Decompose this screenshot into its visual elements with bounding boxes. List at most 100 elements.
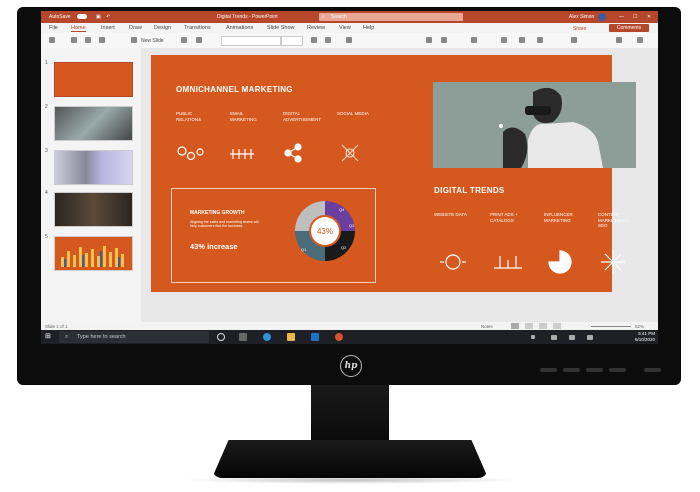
tab-file[interactable]: File xyxy=(49,25,58,31)
growth-title: MARKETING GROWTH xyxy=(190,210,245,216)
slide-thumbnail[interactable] xyxy=(54,150,133,185)
normal-view-icon[interactable] xyxy=(511,323,519,329)
power-button[interactable] xyxy=(644,368,661,372)
donut-chart: 43% Q4 Q2 Q3 Q1 xyxy=(295,201,355,261)
battery-icon[interactable] xyxy=(587,335,593,340)
cortana-icon[interactable] xyxy=(217,333,225,341)
decrease-font-icon[interactable] xyxy=(325,37,331,43)
trends-title[interactable]: DIGITAL TRENDS xyxy=(434,186,505,195)
powerpoint-icon[interactable] xyxy=(335,333,343,341)
tab-help[interactable]: Help xyxy=(363,25,374,31)
monitor-base xyxy=(212,440,488,478)
windows-start-icon[interactable]: ⊞ xyxy=(45,333,53,341)
ribbon-tabs: File Home Insert Draw Design Transitions… xyxy=(41,23,658,33)
volume-icon[interactable] xyxy=(569,335,575,340)
tab-home[interactable]: Home xyxy=(71,25,86,32)
slideshow-view-icon[interactable] xyxy=(553,323,561,329)
arrange-icon[interactable] xyxy=(519,37,525,43)
window-title: Digital Trends - PowerPoint xyxy=(217,14,278,20)
quick-styles-icon[interactable] xyxy=(537,37,543,43)
maximize-icon[interactable]: ☐ xyxy=(633,14,637,20)
new-slide-button[interactable]: New Slide xyxy=(141,38,164,44)
title-bar: AutoSave ▣ ↶ Digital Trends - PowerPoint… xyxy=(41,11,658,23)
monitor-button[interactable] xyxy=(563,368,580,372)
layout-icon[interactable] xyxy=(181,37,187,43)
thumbnail-number: 2 xyxy=(45,104,48,110)
monitor-button[interactable] xyxy=(609,368,626,372)
paste-icon[interactable] xyxy=(71,37,77,43)
font-size-select[interactable] xyxy=(281,36,303,46)
taskbar-search[interactable]: ⌕ Type here to search xyxy=(59,331,209,343)
taskbar-clock[interactable]: 5:41 PM 6/10/2020 xyxy=(611,331,655,343)
sorter-view-icon[interactable] xyxy=(525,323,533,329)
tab-animations[interactable]: Animations xyxy=(226,25,253,31)
tab-design[interactable]: Design xyxy=(154,25,171,31)
zoom-slider[interactable] xyxy=(591,325,631,327)
channel-label: SOCIAL MEDIA xyxy=(337,111,369,116)
notes-button[interactable]: Notes xyxy=(481,324,493,329)
tab-view[interactable]: View xyxy=(339,25,351,31)
trend-label: CONTENT MARKETING + SEO xyxy=(598,212,629,228)
network-icon xyxy=(230,149,254,159)
find-icon[interactable] xyxy=(571,37,577,43)
tray-chevron-icon[interactable] xyxy=(531,335,535,339)
increase-font-icon[interactable] xyxy=(311,37,317,43)
undo-icon[interactable]: ↶ xyxy=(106,14,110,20)
user-name[interactable]: Alex Simon xyxy=(569,14,594,20)
hp-logo: hp xyxy=(340,355,362,377)
font-name-select[interactable] xyxy=(221,36,281,46)
vr-person-image xyxy=(499,87,603,168)
save-icon[interactable]: ▣ xyxy=(96,14,101,20)
numbering-icon[interactable] xyxy=(441,37,447,43)
shapes-icon[interactable] xyxy=(501,37,507,43)
align-icon[interactable] xyxy=(471,37,477,43)
reset-icon[interactable] xyxy=(196,37,202,43)
minimize-icon[interactable]: — xyxy=(619,14,624,20)
slide-thumbnail[interactable] xyxy=(54,62,133,97)
edge-icon[interactable] xyxy=(263,333,271,341)
thumbnail-number: 4 xyxy=(45,190,48,196)
slide-thumbnail[interactable] xyxy=(54,236,133,271)
slide-thumbnail[interactable] xyxy=(54,192,133,227)
tab-transitions[interactable]: Transitions xyxy=(184,25,211,31)
share-button[interactable]: Share xyxy=(573,25,603,33)
channel-label: PUBLIC RELATIONS xyxy=(176,111,202,122)
mail-icon[interactable] xyxy=(311,333,319,341)
clear-format-icon[interactable] xyxy=(346,37,352,43)
trend-label: WEBSITE DATA xyxy=(434,212,467,217)
designer-icon[interactable] xyxy=(616,37,622,43)
copy-icon[interactable] xyxy=(99,37,105,43)
channel-icons xyxy=(177,143,359,163)
donut-center-label: 43% xyxy=(317,227,333,236)
donut-segment-label: Q3 xyxy=(349,223,355,228)
dictate-icon[interactable] xyxy=(637,37,643,43)
tab-insert[interactable]: Insert xyxy=(101,25,115,31)
new-slide-icon[interactable] xyxy=(131,37,137,43)
burst-icon xyxy=(601,250,625,274)
tab-draw[interactable]: Draw xyxy=(129,25,142,31)
avatar[interactable] xyxy=(598,13,606,21)
tab-slide-show[interactable]: Slide Show xyxy=(267,25,295,31)
cut-icon[interactable] xyxy=(85,37,91,43)
slide-thumbnail[interactable] xyxy=(54,106,133,141)
monitor-button[interactable] xyxy=(540,368,557,372)
undo-icon[interactable] xyxy=(49,37,55,43)
tab-review[interactable]: Review xyxy=(307,25,325,31)
slide-count: Slide 1 of 1 xyxy=(45,324,68,329)
comments-button[interactable]: Comments xyxy=(609,24,649,32)
refresh-icon xyxy=(440,254,466,270)
bullets-icon[interactable] xyxy=(426,37,432,43)
autosave-toggle[interactable] xyxy=(77,14,87,19)
taskbar-search-placeholder: Type here to search xyxy=(77,334,126,340)
autosave-label[interactable]: AutoSave xyxy=(49,14,71,20)
file-explorer-icon[interactable] xyxy=(287,333,295,341)
trend-icons xyxy=(440,250,625,274)
task-view-icon[interactable] xyxy=(239,333,247,341)
close-icon[interactable]: ✕ xyxy=(647,14,651,20)
zoom-level[interactable]: 62% xyxy=(635,324,644,329)
monitor-button[interactable] xyxy=(586,368,603,372)
reading-view-icon[interactable] xyxy=(539,323,547,329)
slide-title[interactable]: OMNICHANNEL MARKETING xyxy=(176,85,293,94)
search-box[interactable]: ⌕ Search xyxy=(319,13,463,21)
network-icon[interactable] xyxy=(551,335,557,340)
